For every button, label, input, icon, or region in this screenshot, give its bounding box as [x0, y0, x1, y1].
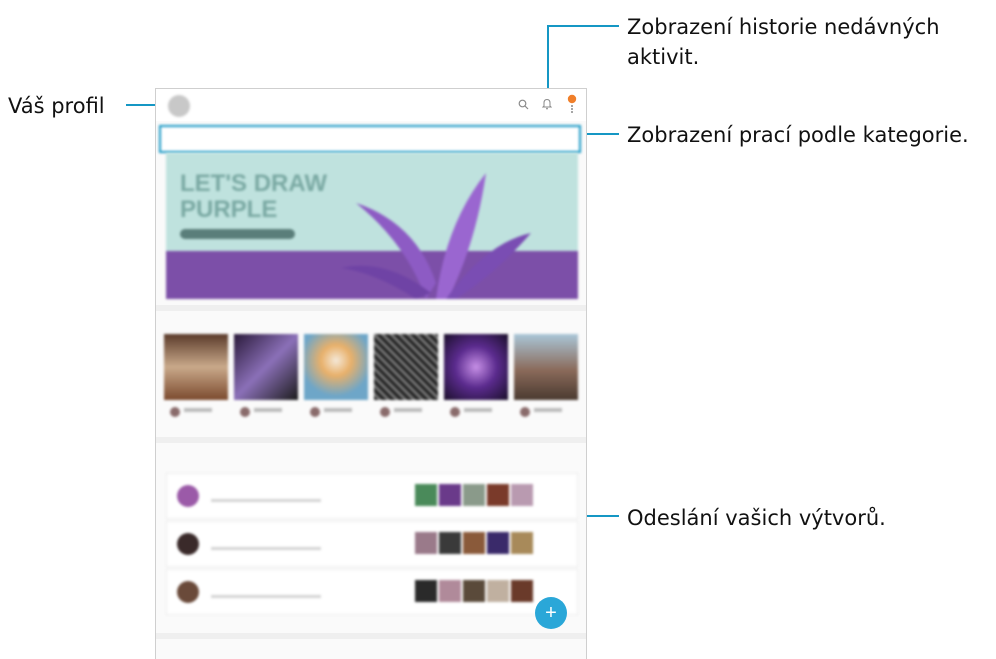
- artwork-author-name: [324, 408, 352, 412]
- artist-work-thumbnail: [439, 580, 461, 602]
- artist-work-thumbnail: [463, 484, 485, 506]
- artist-stats: [211, 595, 321, 598]
- artist-stats: [211, 547, 321, 550]
- artist-card[interactable]: [166, 473, 578, 519]
- artist-work-thumbnail: [415, 484, 437, 506]
- artwork-author-avatar[interactable]: [240, 407, 250, 417]
- artist-work-thumbnail: [487, 484, 509, 506]
- artist-work-thumbnail: [439, 484, 461, 506]
- artwork-author-avatar[interactable]: [450, 407, 460, 417]
- banner-plant-illustration: [341, 173, 531, 299]
- artist-work-thumbnail: [487, 580, 509, 602]
- profile-avatar[interactable]: [168, 95, 190, 117]
- artwork-thumbnail[interactable]: [234, 334, 298, 400]
- artwork-thumbnail[interactable]: [164, 334, 228, 400]
- artist-work-thumbnail: [463, 580, 485, 602]
- artwork-author-name: [464, 408, 492, 412]
- artwork-author-avatar[interactable]: [520, 407, 530, 417]
- artist-card[interactable]: [166, 521, 578, 567]
- callout-categories: Zobrazení prací podle kategorie.: [627, 123, 969, 147]
- artwork-author-avatar[interactable]: [170, 407, 180, 417]
- artwork-author-name: [254, 408, 282, 412]
- artist-card[interactable]: [166, 569, 578, 615]
- artwork-author-name: [394, 408, 422, 412]
- callout-history-line2: aktivit.: [627, 45, 700, 69]
- artwork-author-name: [534, 408, 562, 412]
- artist-work-thumbnail: [511, 532, 533, 554]
- plus-icon: +: [545, 602, 557, 624]
- artist-work-thumbnail: [511, 484, 533, 506]
- callout-upload: Odeslání vašich výtvorů.: [627, 506, 886, 530]
- upload-fab-button[interactable]: +: [535, 597, 567, 629]
- artwork-thumbnail[interactable]: [374, 334, 438, 400]
- more-options-icon[interactable]: [566, 94, 578, 116]
- notification-bell-icon[interactable]: [542, 98, 552, 110]
- leader-history-v: [547, 25, 549, 97]
- artwork-thumbnail[interactable]: [444, 334, 508, 400]
- artist-avatar: [177, 485, 199, 507]
- artist-work-thumbnail: [439, 532, 461, 554]
- artist-avatar: [177, 581, 199, 603]
- section-divider-1: [156, 305, 586, 311]
- app-screen: LET'S DRAW PURPLE: [155, 88, 587, 659]
- artwork-thumbnail[interactable]: [304, 334, 368, 400]
- artwork-author-avatar[interactable]: [310, 407, 320, 417]
- artwork-author-name: [184, 408, 212, 412]
- featured-banner[interactable]: LET'S DRAW PURPLE: [166, 153, 578, 299]
- artist-stats: [211, 499, 321, 502]
- artwork-author-avatar[interactable]: [380, 407, 390, 417]
- search-icon[interactable]: [518, 99, 529, 110]
- artist-work-thumbnail: [463, 532, 485, 554]
- banner-title: LET'S DRAW PURPLE: [180, 170, 328, 223]
- artist-work-thumbnail: [415, 580, 437, 602]
- section-divider-2: [156, 437, 586, 443]
- artwork-thumbnail[interactable]: [514, 334, 578, 400]
- artist-work-thumbnail: [415, 532, 437, 554]
- artist-work-thumbnail: [487, 532, 509, 554]
- callout-history: Zobrazení historie nedávných aktivit.: [627, 12, 940, 72]
- app-bar: [156, 89, 586, 121]
- artist-avatar: [177, 533, 199, 555]
- artist-work-thumbnail: [511, 580, 533, 602]
- leader-history-h: [547, 25, 619, 27]
- callout-history-line1: Zobrazení historie nedávných: [627, 15, 940, 39]
- section-divider-3: [156, 633, 586, 639]
- callout-profile: Váš profil: [8, 94, 105, 118]
- category-tabs: [159, 125, 581, 153]
- banner-button[interactable]: [180, 229, 295, 239]
